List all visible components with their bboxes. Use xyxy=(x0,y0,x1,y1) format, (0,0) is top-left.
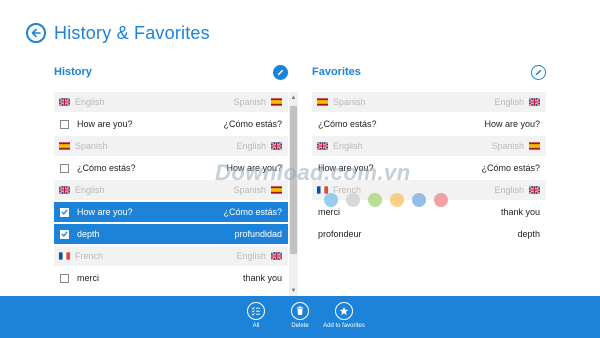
target-language: English xyxy=(236,141,266,151)
source-phrase: ¿Cómo estás? xyxy=(318,119,377,129)
target-language: Spanish xyxy=(491,141,524,151)
history-phrase-row[interactable]: ¿Cómo estás? How are you? xyxy=(54,158,288,178)
history-edit-button[interactable] xyxy=(273,64,288,80)
row-checkbox[interactable] xyxy=(60,207,69,217)
checklist-icon xyxy=(251,306,260,316)
france-flag-icon xyxy=(317,186,328,194)
source-phrase: How are you? xyxy=(77,119,133,129)
add-to-favorites-button[interactable]: Add to favorites xyxy=(309,302,379,329)
source-phrase: profondeur xyxy=(318,229,362,239)
translated-phrase: How are you? xyxy=(484,119,540,129)
favorites-phrase-row[interactable]: profondeur depth xyxy=(312,224,546,244)
delete-label: Delete xyxy=(291,323,309,329)
translated-phrase: ¿Cómo estás? xyxy=(481,163,540,173)
favorites-title: Favorites xyxy=(312,66,361,78)
source-language: Spanish xyxy=(75,141,108,151)
favorites-phrase-row[interactable]: How are you? ¿Cómo estás? xyxy=(312,158,546,178)
row-checkbox[interactable] xyxy=(60,163,69,173)
back-button[interactable] xyxy=(26,23,46,43)
select-all-label: All xyxy=(252,323,260,329)
history-phrase-row[interactable]: How are you? ¿Cómo estás? xyxy=(54,202,288,222)
page-title: History & Favorites xyxy=(54,22,210,43)
source-language: English xyxy=(333,141,363,151)
uk-flag-icon xyxy=(317,142,328,150)
uk-flag-icon xyxy=(529,98,540,106)
uk-flag-icon xyxy=(271,142,282,150)
source-language: English xyxy=(75,185,105,195)
favorites-phrase-row[interactable]: merci thank you xyxy=(312,202,546,222)
favorites-language-pair-row: French English xyxy=(312,180,546,200)
source-phrase: merci xyxy=(318,207,340,217)
history-phrase-row[interactable]: merci thank you xyxy=(54,268,288,288)
history-language-pair-row: Spanish English xyxy=(54,136,288,156)
uk-flag-icon xyxy=(59,186,70,194)
translated-phrase: ¿Cómo estás? xyxy=(223,207,282,217)
uk-flag-icon xyxy=(271,252,282,260)
favorites-panel-header: Favorites xyxy=(312,62,546,82)
scroll-down-arrow-icon[interactable]: ▼ xyxy=(289,286,298,295)
star-icon xyxy=(339,306,349,315)
row-checkbox[interactable] xyxy=(60,273,69,283)
translated-phrase: How are you? xyxy=(226,163,282,173)
scroll-up-arrow-icon[interactable]: ▲ xyxy=(289,93,298,102)
source-phrase: How are you? xyxy=(318,163,374,173)
history-panel-header: History xyxy=(54,62,288,82)
translated-phrase: depth xyxy=(517,229,540,239)
row-checkbox[interactable] xyxy=(60,229,69,239)
source-language: Spanish xyxy=(333,97,366,107)
uk-flag-icon xyxy=(529,186,540,194)
history-language-pair-row: French English xyxy=(54,246,288,266)
page-header: History & Favorites xyxy=(26,18,210,48)
history-title: History xyxy=(54,66,92,78)
history-phrase-row[interactable]: How are you? ¿Cómo estás? xyxy=(54,114,288,134)
source-phrase: ¿Cómo estás? xyxy=(77,163,136,173)
favorites-phrase-row[interactable]: ¿Cómo estás? How are you? xyxy=(312,114,546,134)
source-phrase: How are you? xyxy=(77,207,133,217)
app-bar: All Delete Add to favorites xyxy=(0,296,600,338)
check-icon xyxy=(61,231,68,237)
target-language: English xyxy=(494,185,524,195)
spain-flag-icon xyxy=(317,98,328,106)
translated-phrase: thank you xyxy=(500,207,540,217)
source-language: French xyxy=(333,185,362,195)
select-all-circle xyxy=(247,302,265,320)
target-language: Spanish xyxy=(233,97,266,107)
check-icon xyxy=(61,209,68,215)
favorites-edit-button[interactable] xyxy=(531,64,546,80)
favorites-language-pair-row: English Spanish xyxy=(312,136,546,156)
spain-flag-icon xyxy=(529,142,540,150)
scroll-thumb[interactable] xyxy=(290,106,297,254)
history-language-pair-row: English Spanish xyxy=(54,92,288,112)
source-language: French xyxy=(75,251,104,261)
history-language-pair-row: English Spanish xyxy=(54,180,288,200)
spain-flag-icon xyxy=(271,98,282,106)
target-language: English xyxy=(494,97,524,107)
translated-phrase: ¿Cómo estás? xyxy=(223,119,282,129)
source-language: English xyxy=(75,97,105,107)
source-phrase: merci xyxy=(77,273,99,283)
spain-flag-icon xyxy=(271,186,282,194)
uk-flag-icon xyxy=(59,98,70,106)
source-phrase: depth xyxy=(77,229,100,239)
trash-icon xyxy=(296,306,304,315)
delete-circle xyxy=(291,302,309,320)
history-phrase-row[interactable]: depth profundidad xyxy=(54,224,288,244)
spain-flag-icon xyxy=(59,142,70,150)
target-language: Spanish xyxy=(233,185,266,195)
add-to-favorites-label: Add to favorites xyxy=(323,323,365,329)
arrow-left-icon xyxy=(31,28,41,38)
translated-phrase: profundidad xyxy=(234,229,282,239)
row-checkbox[interactable] xyxy=(60,119,69,129)
translated-phrase: thank you xyxy=(242,273,282,283)
history-scrollbar[interactable]: ▲ ▼ xyxy=(289,92,298,296)
pencil-icon xyxy=(277,69,284,75)
pencil-icon xyxy=(535,69,542,75)
favorites-language-pair-row: Spanish English xyxy=(312,92,546,112)
target-language: English xyxy=(236,251,266,261)
add-to-favorites-circle xyxy=(335,302,353,320)
france-flag-icon xyxy=(59,252,70,260)
